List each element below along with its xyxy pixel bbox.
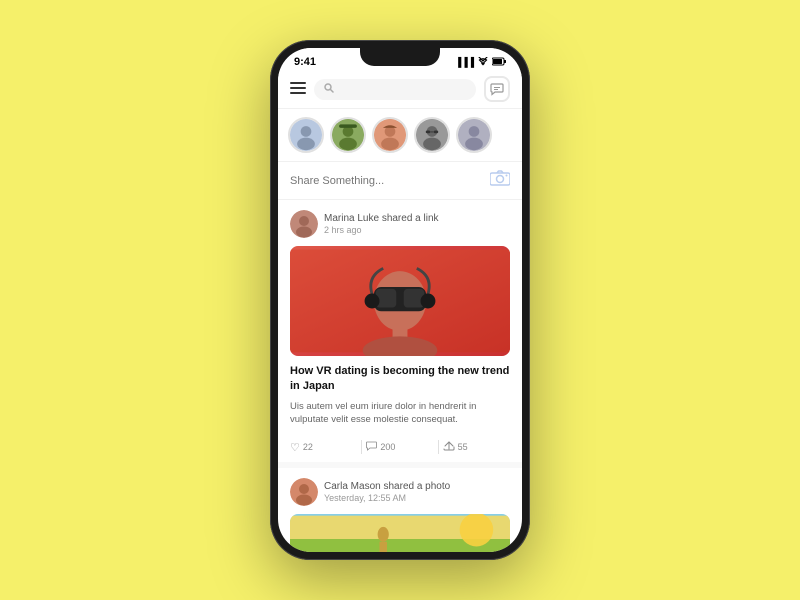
post-avatar-2[interactable] <box>290 478 318 506</box>
story-avatar-5[interactable] <box>456 117 492 153</box>
post-card-2: Carla Mason shared a photo Yesterday, 12… <box>278 468 522 552</box>
wifi-icon <box>477 57 489 68</box>
like-icon: ♡ <box>290 441 300 454</box>
story-avatar-4[interactable] <box>414 117 450 153</box>
share-box <box>278 162 522 200</box>
post-action-1: shared a link <box>382 213 439 224</box>
share-count: 55 <box>458 442 468 452</box>
phone-shell: 9:41 ▐▐▐ <box>270 40 530 560</box>
signal-icon: ▐▐▐ <box>455 57 474 67</box>
story-avatar-1[interactable] <box>288 117 324 153</box>
stories-row <box>278 109 522 162</box>
share-action[interactable]: 55 <box>443 440 510 454</box>
post-header-1: Marina Luke shared a link 2 hrs ago <box>290 210 510 238</box>
hamburger-menu-icon[interactable] <box>290 81 306 97</box>
post-image-2 <box>290 514 510 552</box>
divider-1 <box>361 440 362 454</box>
status-icons: ▐▐▐ <box>455 57 506 68</box>
battery-icon <box>492 57 506 68</box>
share-input[interactable] <box>290 175 490 187</box>
status-bar: 9:41 ▐▐▐ <box>278 48 522 72</box>
post-title-1: How VR dating is becoming the new trend … <box>290 364 510 395</box>
story-avatar-2[interactable] <box>330 117 366 153</box>
search-bar[interactable] <box>314 79 476 100</box>
post-body-1: Uis autem vel eum iriure dolor in hendre… <box>290 400 510 427</box>
like-action[interactable]: ♡ 22 <box>290 441 357 454</box>
post-meta-2: Carla Mason shared a photo Yesterday, 12… <box>324 481 510 503</box>
chat-icon[interactable] <box>484 76 510 102</box>
comment-count: 200 <box>380 442 395 452</box>
post-card-1: Marina Luke shared a link 2 hrs ago <box>278 200 522 468</box>
divider-2 <box>438 440 439 454</box>
post-header-2: Carla Mason shared a photo Yesterday, 12… <box>290 478 510 506</box>
comment-action[interactable]: 200 <box>366 441 433 454</box>
post-author-1: Marina Luke shared a link <box>324 213 510 224</box>
post-actions-1: ♡ 22 200 <box>290 434 510 462</box>
status-time: 9:41 <box>294 56 316 68</box>
feed: Marina Luke shared a link 2 hrs ago <box>278 200 522 552</box>
post-image-1 <box>290 246 510 356</box>
post-time-1: 2 hrs ago <box>324 225 510 235</box>
post-action-2: shared a photo <box>383 481 450 492</box>
story-avatar-3[interactable] <box>372 117 408 153</box>
search-icon <box>324 83 334 96</box>
like-count: 22 <box>303 442 313 452</box>
post-author-2: Carla Mason shared a photo <box>324 481 510 492</box>
post-time-2: Yesterday, 12:55 AM <box>324 493 510 503</box>
camera-icon[interactable] <box>490 170 510 191</box>
comment-icon <box>366 441 377 454</box>
post-avatar-1[interactable] <box>290 210 318 238</box>
post-meta-1: Marina Luke shared a link 2 hrs ago <box>324 213 510 235</box>
notch <box>360 48 440 66</box>
header-bar <box>278 72 522 109</box>
phone-screen: 9:41 ▐▐▐ <box>278 48 522 552</box>
share-icon <box>443 440 455 454</box>
